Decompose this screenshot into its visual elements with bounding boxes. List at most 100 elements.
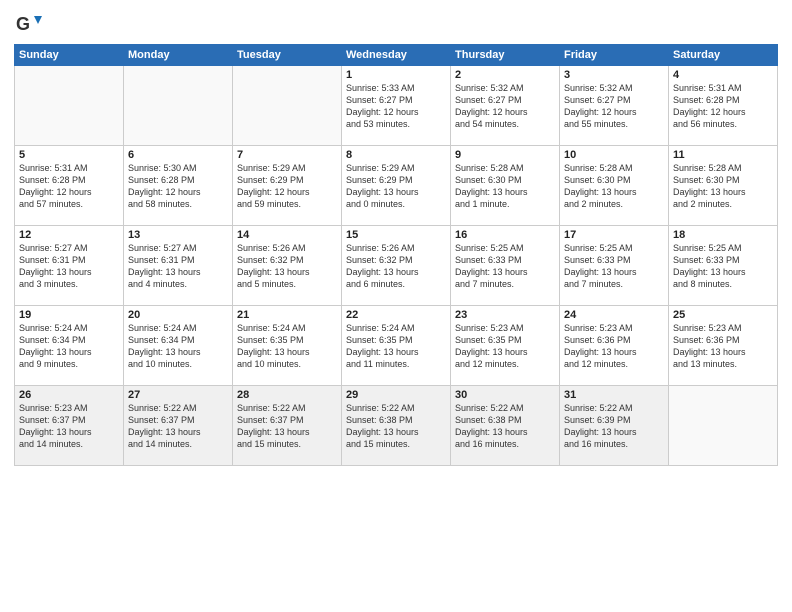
- calendar-cell: 19Sunrise: 5:24 AM Sunset: 6:34 PM Dayli…: [15, 306, 124, 386]
- calendar-day-header: Thursday: [451, 45, 560, 66]
- day-number: 23: [455, 309, 555, 321]
- day-number: 25: [673, 309, 773, 321]
- calendar-cell: 7Sunrise: 5:29 AM Sunset: 6:29 PM Daylig…: [233, 146, 342, 226]
- calendar-cell: 18Sunrise: 5:25 AM Sunset: 6:33 PM Dayli…: [669, 226, 778, 306]
- day-info: Sunrise: 5:22 AM Sunset: 6:38 PM Dayligh…: [346, 402, 446, 451]
- day-number: 28: [237, 389, 337, 401]
- day-info: Sunrise: 5:31 AM Sunset: 6:28 PM Dayligh…: [673, 82, 773, 131]
- day-number: 26: [19, 389, 119, 401]
- day-info: Sunrise: 5:25 AM Sunset: 6:33 PM Dayligh…: [455, 242, 555, 291]
- calendar-cell: 14Sunrise: 5:26 AM Sunset: 6:32 PM Dayli…: [233, 226, 342, 306]
- day-number: 14: [237, 229, 337, 241]
- calendar-cell: 21Sunrise: 5:24 AM Sunset: 6:35 PM Dayli…: [233, 306, 342, 386]
- calendar-cell: 16Sunrise: 5:25 AM Sunset: 6:33 PM Dayli…: [451, 226, 560, 306]
- day-info: Sunrise: 5:29 AM Sunset: 6:29 PM Dayligh…: [237, 162, 337, 211]
- day-number: 18: [673, 229, 773, 241]
- calendar-cell: 30Sunrise: 5:22 AM Sunset: 6:38 PM Dayli…: [451, 386, 560, 466]
- calendar-cell: 17Sunrise: 5:25 AM Sunset: 6:33 PM Dayli…: [560, 226, 669, 306]
- calendar-cell: [15, 66, 124, 146]
- day-info: Sunrise: 5:29 AM Sunset: 6:29 PM Dayligh…: [346, 162, 446, 211]
- day-info: Sunrise: 5:32 AM Sunset: 6:27 PM Dayligh…: [455, 82, 555, 131]
- calendar-day-header: Tuesday: [233, 45, 342, 66]
- day-number: 12: [19, 229, 119, 241]
- day-number: 27: [128, 389, 228, 401]
- day-number: 21: [237, 309, 337, 321]
- calendar-cell: [669, 386, 778, 466]
- calendar-cell: 25Sunrise: 5:23 AM Sunset: 6:36 PM Dayli…: [669, 306, 778, 386]
- calendar-day-header: Wednesday: [342, 45, 451, 66]
- day-number: 8: [346, 149, 446, 161]
- calendar-header-row: SundayMondayTuesdayWednesdayThursdayFrid…: [15, 45, 778, 66]
- calendar-cell: 10Sunrise: 5:28 AM Sunset: 6:30 PM Dayli…: [560, 146, 669, 226]
- calendar-cell: 1Sunrise: 5:33 AM Sunset: 6:27 PM Daylig…: [342, 66, 451, 146]
- calendar-cell: [233, 66, 342, 146]
- calendar-day-header: Friday: [560, 45, 669, 66]
- calendar-cell: 15Sunrise: 5:26 AM Sunset: 6:32 PM Dayli…: [342, 226, 451, 306]
- calendar-cell: [124, 66, 233, 146]
- calendar-day-header: Saturday: [669, 45, 778, 66]
- day-number: 4: [673, 69, 773, 81]
- day-number: 6: [128, 149, 228, 161]
- calendar-cell: 23Sunrise: 5:23 AM Sunset: 6:35 PM Dayli…: [451, 306, 560, 386]
- day-info: Sunrise: 5:27 AM Sunset: 6:31 PM Dayligh…: [128, 242, 228, 291]
- day-info: Sunrise: 5:23 AM Sunset: 6:37 PM Dayligh…: [19, 402, 119, 451]
- calendar-cell: 20Sunrise: 5:24 AM Sunset: 6:34 PM Dayli…: [124, 306, 233, 386]
- day-info: Sunrise: 5:30 AM Sunset: 6:28 PM Dayligh…: [128, 162, 228, 211]
- calendar-cell: 29Sunrise: 5:22 AM Sunset: 6:38 PM Dayli…: [342, 386, 451, 466]
- logo: G: [14, 10, 46, 38]
- day-info: Sunrise: 5:24 AM Sunset: 6:34 PM Dayligh…: [19, 322, 119, 371]
- day-info: Sunrise: 5:22 AM Sunset: 6:38 PM Dayligh…: [455, 402, 555, 451]
- day-info: Sunrise: 5:28 AM Sunset: 6:30 PM Dayligh…: [673, 162, 773, 211]
- calendar-cell: 9Sunrise: 5:28 AM Sunset: 6:30 PM Daylig…: [451, 146, 560, 226]
- day-info: Sunrise: 5:33 AM Sunset: 6:27 PM Dayligh…: [346, 82, 446, 131]
- calendar-week-row: 19Sunrise: 5:24 AM Sunset: 6:34 PM Dayli…: [15, 306, 778, 386]
- day-number: 22: [346, 309, 446, 321]
- logo-icon: G: [14, 10, 42, 38]
- calendar-cell: 12Sunrise: 5:27 AM Sunset: 6:31 PM Dayli…: [15, 226, 124, 306]
- day-number: 20: [128, 309, 228, 321]
- day-number: 15: [346, 229, 446, 241]
- calendar-cell: 22Sunrise: 5:24 AM Sunset: 6:35 PM Dayli…: [342, 306, 451, 386]
- calendar-week-row: 26Sunrise: 5:23 AM Sunset: 6:37 PM Dayli…: [15, 386, 778, 466]
- calendar-cell: 5Sunrise: 5:31 AM Sunset: 6:28 PM Daylig…: [15, 146, 124, 226]
- day-info: Sunrise: 5:22 AM Sunset: 6:37 PM Dayligh…: [237, 402, 337, 451]
- day-info: Sunrise: 5:23 AM Sunset: 6:36 PM Dayligh…: [673, 322, 773, 371]
- calendar-cell: 31Sunrise: 5:22 AM Sunset: 6:39 PM Dayli…: [560, 386, 669, 466]
- day-number: 13: [128, 229, 228, 241]
- day-number: 5: [19, 149, 119, 161]
- day-number: 17: [564, 229, 664, 241]
- calendar-cell: 27Sunrise: 5:22 AM Sunset: 6:37 PM Dayli…: [124, 386, 233, 466]
- day-number: 1: [346, 69, 446, 81]
- day-number: 19: [19, 309, 119, 321]
- day-info: Sunrise: 5:25 AM Sunset: 6:33 PM Dayligh…: [673, 242, 773, 291]
- calendar-cell: 26Sunrise: 5:23 AM Sunset: 6:37 PM Dayli…: [15, 386, 124, 466]
- day-number: 3: [564, 69, 664, 81]
- day-number: 31: [564, 389, 664, 401]
- day-number: 11: [673, 149, 773, 161]
- day-info: Sunrise: 5:32 AM Sunset: 6:27 PM Dayligh…: [564, 82, 664, 131]
- day-info: Sunrise: 5:26 AM Sunset: 6:32 PM Dayligh…: [346, 242, 446, 291]
- day-info: Sunrise: 5:24 AM Sunset: 6:35 PM Dayligh…: [237, 322, 337, 371]
- day-info: Sunrise: 5:22 AM Sunset: 6:39 PM Dayligh…: [564, 402, 664, 451]
- day-info: Sunrise: 5:24 AM Sunset: 6:34 PM Dayligh…: [128, 322, 228, 371]
- calendar-week-row: 5Sunrise: 5:31 AM Sunset: 6:28 PM Daylig…: [15, 146, 778, 226]
- calendar-cell: 3Sunrise: 5:32 AM Sunset: 6:27 PM Daylig…: [560, 66, 669, 146]
- calendar-day-header: Monday: [124, 45, 233, 66]
- calendar-cell: 6Sunrise: 5:30 AM Sunset: 6:28 PM Daylig…: [124, 146, 233, 226]
- svg-text:G: G: [16, 14, 30, 34]
- calendar-cell: 2Sunrise: 5:32 AM Sunset: 6:27 PM Daylig…: [451, 66, 560, 146]
- day-info: Sunrise: 5:23 AM Sunset: 6:35 PM Dayligh…: [455, 322, 555, 371]
- day-number: 16: [455, 229, 555, 241]
- calendar-cell: 4Sunrise: 5:31 AM Sunset: 6:28 PM Daylig…: [669, 66, 778, 146]
- day-number: 30: [455, 389, 555, 401]
- calendar-cell: 11Sunrise: 5:28 AM Sunset: 6:30 PM Dayli…: [669, 146, 778, 226]
- day-info: Sunrise: 5:27 AM Sunset: 6:31 PM Dayligh…: [19, 242, 119, 291]
- calendar-cell: 28Sunrise: 5:22 AM Sunset: 6:37 PM Dayli…: [233, 386, 342, 466]
- day-info: Sunrise: 5:25 AM Sunset: 6:33 PM Dayligh…: [564, 242, 664, 291]
- day-info: Sunrise: 5:28 AM Sunset: 6:30 PM Dayligh…: [564, 162, 664, 211]
- calendar-week-row: 12Sunrise: 5:27 AM Sunset: 6:31 PM Dayli…: [15, 226, 778, 306]
- calendar-cell: 8Sunrise: 5:29 AM Sunset: 6:29 PM Daylig…: [342, 146, 451, 226]
- calendar-table: SundayMondayTuesdayWednesdayThursdayFrid…: [14, 44, 778, 466]
- day-number: 29: [346, 389, 446, 401]
- calendar-cell: 24Sunrise: 5:23 AM Sunset: 6:36 PM Dayli…: [560, 306, 669, 386]
